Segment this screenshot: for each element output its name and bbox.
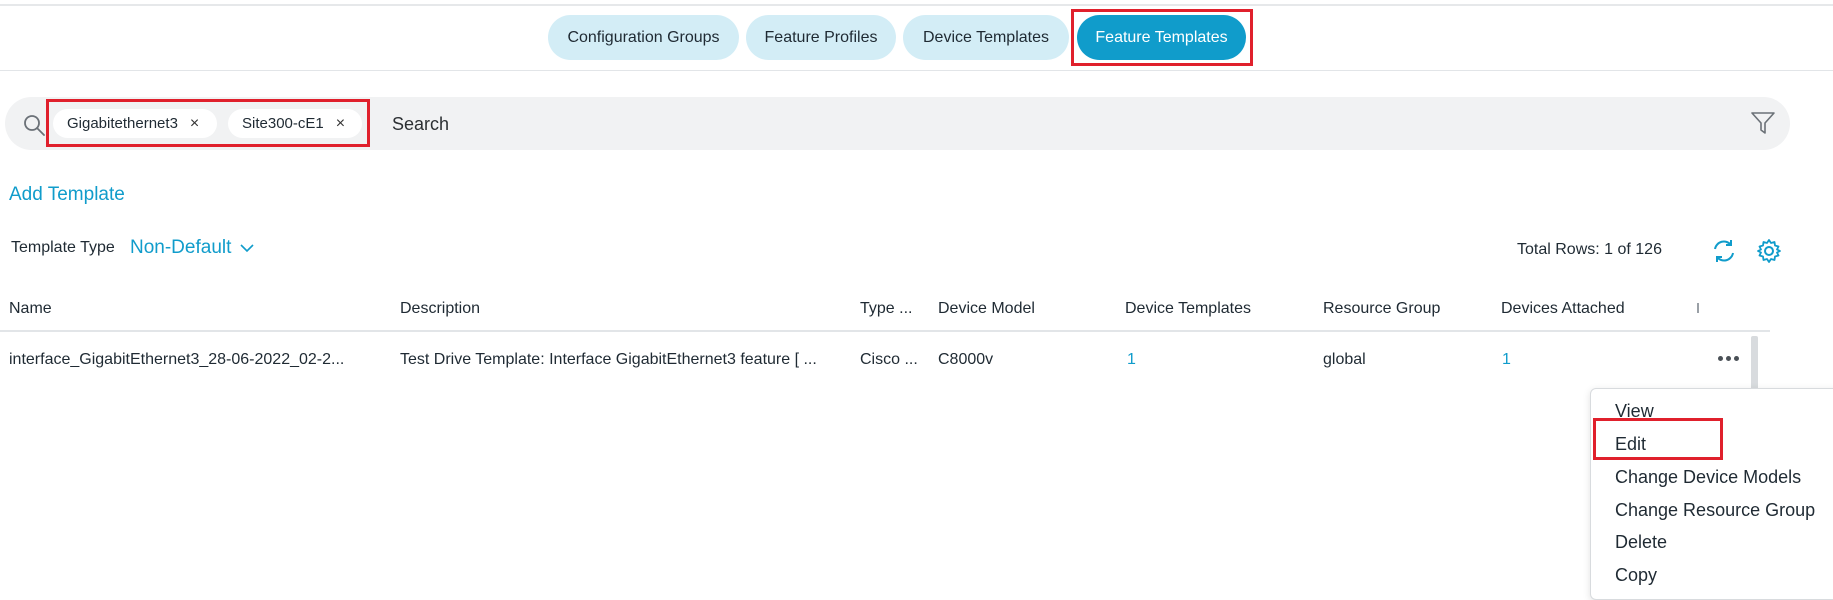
tab-device-templates[interactable]: Device Templates — [903, 15, 1069, 60]
cell-type: Cisco ... — [860, 351, 918, 368]
menu-item-change-resource-group[interactable]: Change Resource Group — [1615, 500, 1815, 521]
cell-devices-attached-link[interactable]: 1 — [1502, 351, 1542, 369]
search-icon — [24, 115, 45, 136]
context-menu: View Edit Change Device Models Change Re… — [1590, 388, 1833, 600]
filter-chip-site300-ce1: Site300-cE1 × — [228, 109, 362, 138]
chip-label: Gigabitethernet3 — [67, 115, 178, 132]
tab-feature-templates[interactable]: Feature Templates — [1077, 15, 1246, 60]
column-header-name[interactable]: Name — [9, 300, 52, 318]
cell-device-model: C8000v — [938, 351, 994, 368]
scrollbar[interactable] — [1751, 336, 1758, 394]
column-header-description[interactable]: Description — [400, 300, 480, 318]
tabs-divider — [0, 70, 1833, 71]
template-type-value: Non-Default — [130, 237, 232, 258]
template-type-dropdown[interactable]: Non-Default — [130, 237, 254, 259]
column-header-actions — [1697, 303, 1699, 313]
menu-item-delete[interactable]: Delete — [1615, 532, 1667, 553]
table-header-divider — [0, 330, 1770, 332]
column-header-device-model[interactable]: Device Model — [938, 300, 1035, 318]
column-header-resource-group[interactable]: Resource Group — [1323, 300, 1440, 318]
column-header-device-templates[interactable]: Device Templates — [1125, 300, 1251, 318]
total-rows: Total Rows: 1 of 126 — [1517, 241, 1662, 258]
menu-item-view[interactable]: View — [1615, 401, 1654, 422]
search-bar[interactable]: Gigabitethernet3 × Site300-cE1 × — [5, 97, 1790, 150]
cell-name: interface_GigabitEthernet3_28-06-2022_02… — [9, 351, 345, 368]
more-horizontal-icon[interactable] — [1713, 347, 1743, 369]
chip-label: Site300-cE1 — [242, 115, 324, 132]
close-icon[interactable]: × — [336, 115, 345, 132]
close-icon[interactable]: × — [190, 115, 199, 132]
menu-item-change-device-models[interactable]: Change Device Models — [1615, 467, 1801, 488]
cell-description: Test Drive Template: Interface GigabitEt… — [400, 351, 817, 368]
tab-configuration-groups[interactable]: Configuration Groups — [548, 15, 739, 60]
template-type-label: Template Type — [11, 239, 115, 256]
search-input[interactable] — [390, 110, 1694, 139]
tab-feature-profiles[interactable]: Feature Profiles — [746, 15, 896, 60]
table-row[interactable]: interface_GigabitEthernet3_28-06-2022_02… — [0, 333, 1770, 387]
cell-device-templates-link[interactable]: 1 — [1127, 351, 1167, 369]
add-template-link[interactable]: Add Template — [9, 184, 125, 206]
cell-resource-group: global — [1323, 351, 1366, 368]
refresh-icon[interactable] — [1710, 237, 1738, 265]
filter-chip-gigabitethernet3: Gigabitethernet3 × — [53, 109, 217, 138]
menu-item-copy[interactable]: Copy — [1615, 565, 1657, 586]
filter-icon[interactable] — [1750, 110, 1776, 136]
chevron-down-icon — [240, 244, 254, 253]
column-header-type[interactable]: Type ... — [860, 300, 912, 318]
top-border — [0, 4, 1833, 6]
gear-icon[interactable] — [1755, 237, 1783, 265]
menu-item-edit[interactable]: Edit — [1615, 434, 1646, 455]
column-header-devices-attached[interactable]: Devices Attached — [1501, 300, 1625, 318]
